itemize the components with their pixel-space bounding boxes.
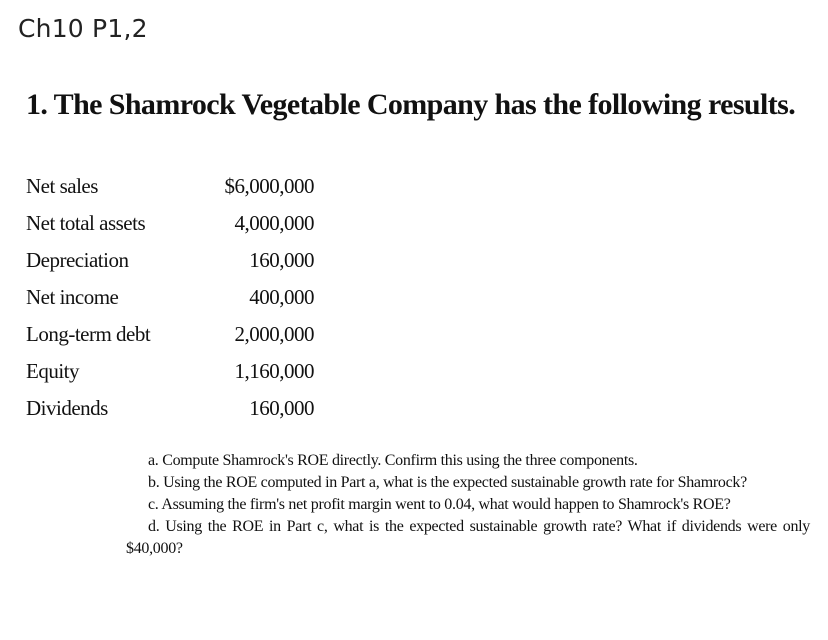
row-value: $6,000,000 (224, 174, 315, 198)
question-c: c. Assuming the firm's net profit margin… (148, 496, 731, 513)
row-value: 1,160,000 (234, 359, 315, 383)
table-row: Net income 400,000 (26, 279, 315, 316)
table-row: Equity 1,160,000 (26, 353, 315, 390)
row-value: 400,000 (249, 285, 314, 309)
row-value: 4,000,000 (234, 211, 315, 235)
row-value: 160,000 (249, 396, 314, 420)
row-label: Equity (26, 359, 80, 383)
page-title: Ch10 P1,2 (18, 14, 148, 43)
question-b: b. Using the ROE computed in Part a, wha… (148, 474, 747, 491)
financial-results-table: Net sales $6,000,000 Net total assets 4,… (26, 168, 315, 427)
table-row: Net sales $6,000,000 (26, 168, 315, 205)
table-row: Depreciation 160,000 (26, 242, 315, 279)
question-d: d. Using the ROE in Part c, what is the … (126, 518, 810, 557)
row-label: Net total assets (26, 211, 146, 235)
row-label: Net income (26, 285, 119, 309)
table-row: Long-term debt 2,000,000 (26, 316, 315, 353)
row-value: 160,000 (249, 248, 314, 272)
table-row: Dividends 160,000 (26, 390, 315, 427)
row-value: 2,000,000 (234, 322, 315, 346)
problem-heading: 1. The Shamrock Vegetable Company has th… (26, 88, 796, 121)
question-a: a. Compute Shamrock's ROE directly. Conf… (148, 452, 638, 469)
row-label: Dividends (26, 396, 108, 420)
row-label: Depreciation (26, 248, 129, 272)
question-list: a. Compute Shamrock's ROE directly. Conf… (126, 450, 810, 560)
table-row: Net total assets 4,000,000 (26, 205, 315, 242)
row-label: Net sales (26, 174, 98, 198)
row-label: Long-term debt (26, 322, 151, 346)
